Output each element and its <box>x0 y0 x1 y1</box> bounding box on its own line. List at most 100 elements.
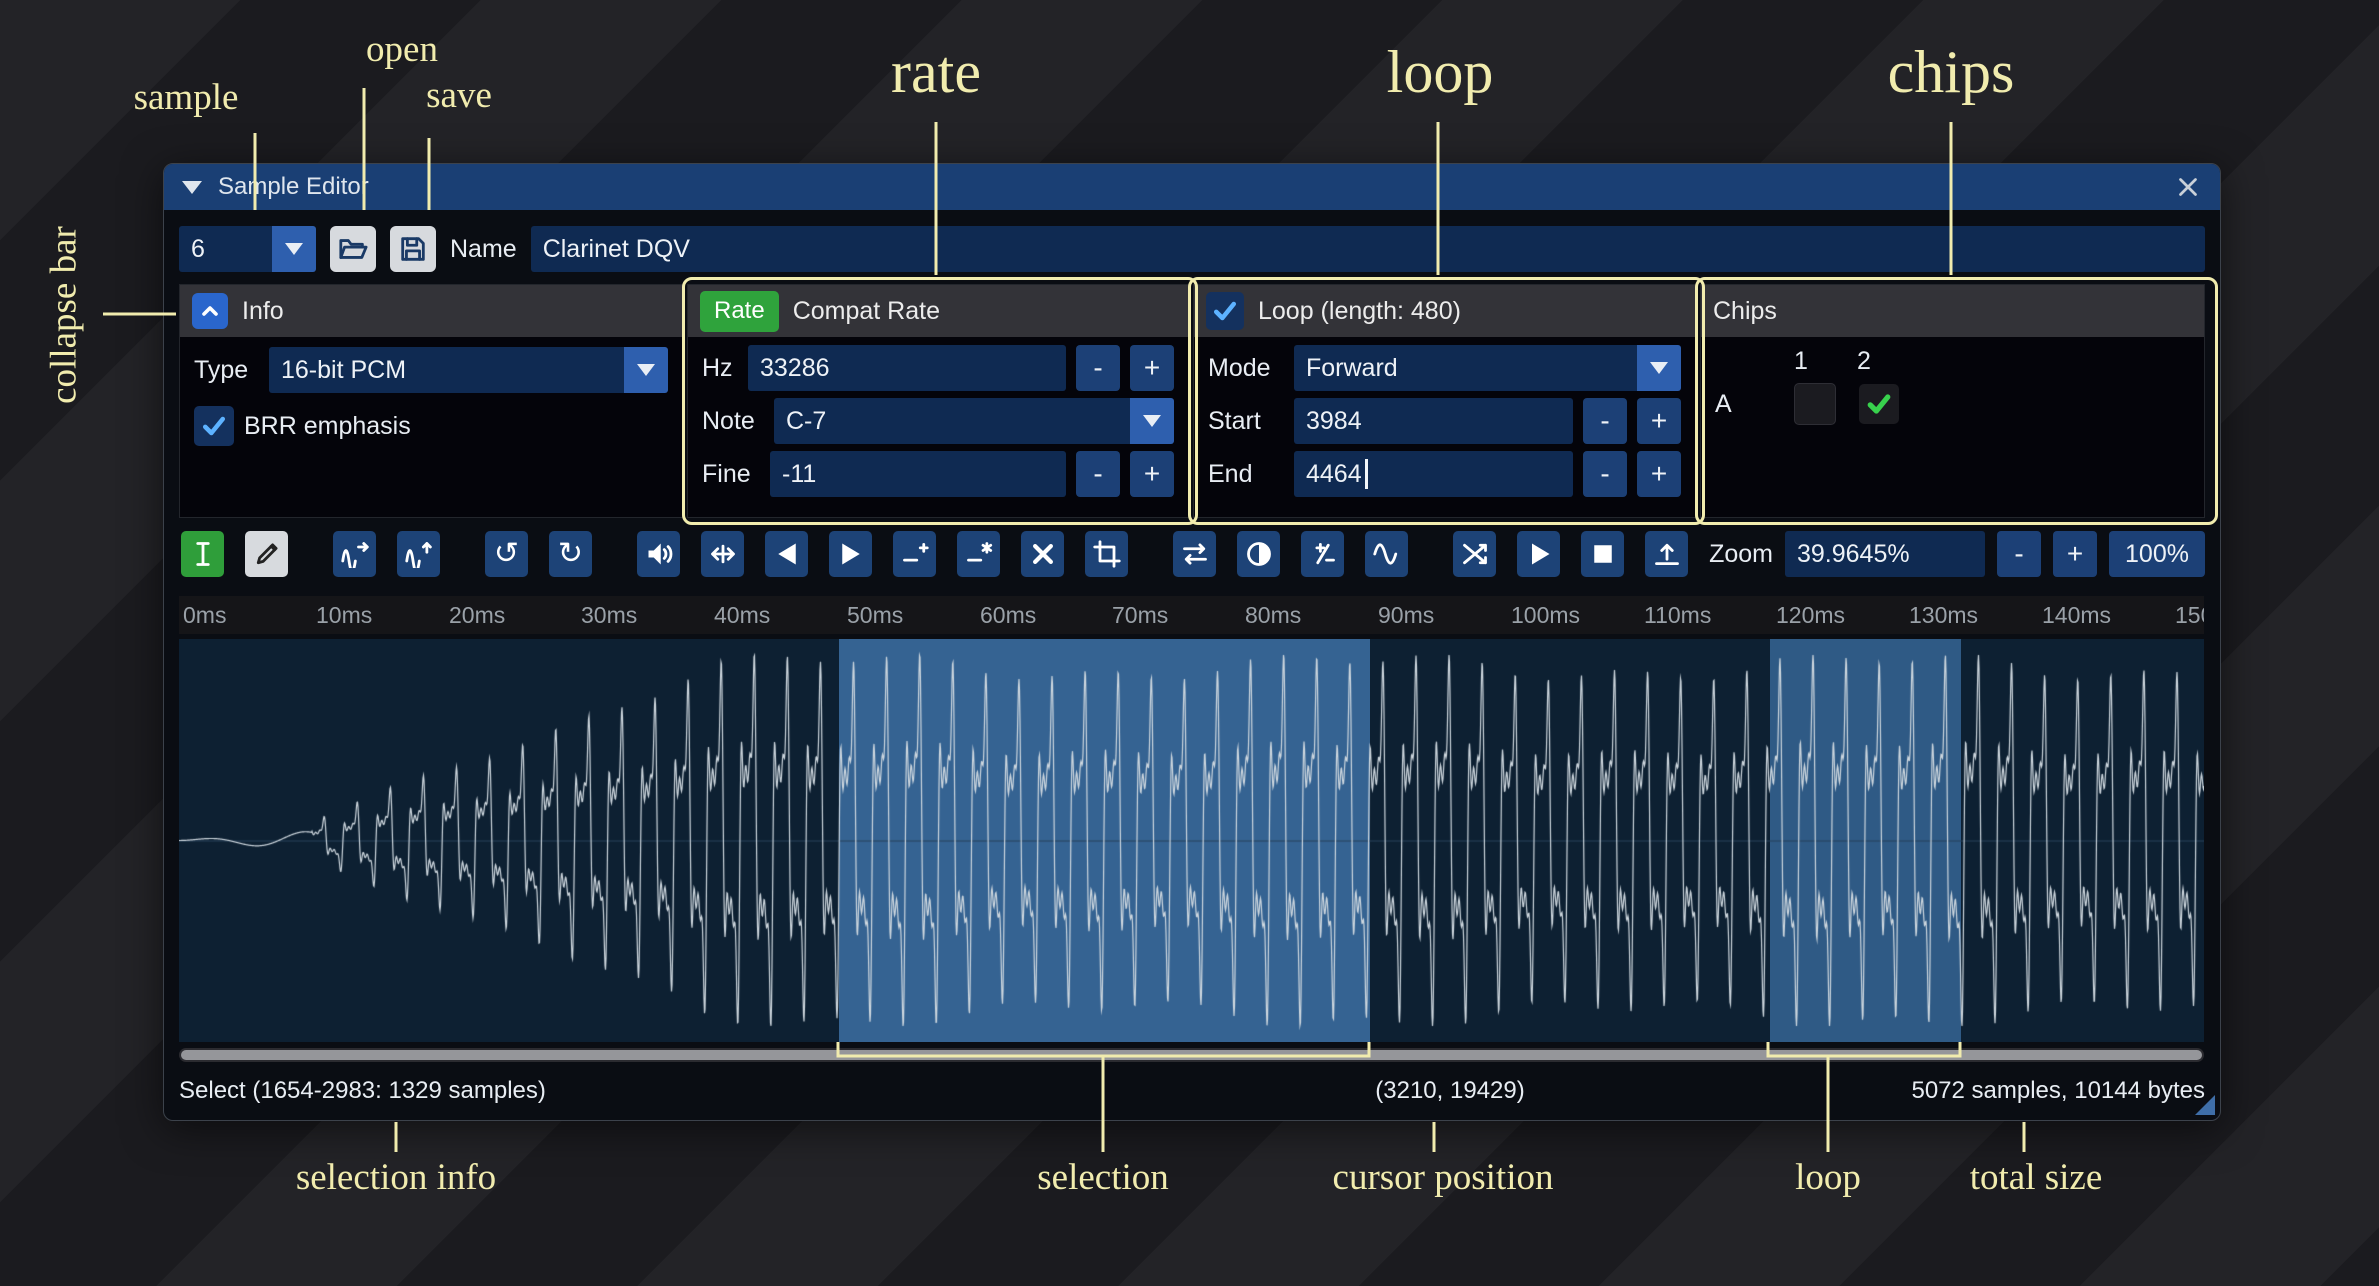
wave-resize-icon <box>341 540 369 568</box>
chips-title: Chips <box>1713 297 1777 326</box>
info-title: Info <box>242 297 284 326</box>
preview-button[interactable] <box>1517 531 1560 577</box>
zoom-label: Zoom <box>1709 540 1773 569</box>
window-collapse-icon[interactable] <box>182 181 202 194</box>
hz-minus-button[interactable]: - <box>1076 345 1120 391</box>
loop-end-label: End <box>1208 460 1284 489</box>
note-label: Note <box>702 407 764 436</box>
loop-start-plus-button[interactable]: + <box>1637 398 1681 444</box>
loop-start-minus-button[interactable]: - <box>1583 398 1627 444</box>
line-asterisk-icon <box>965 540 993 568</box>
sample-row: 6 Name Clarinet DQV <box>179 226 2205 272</box>
delete-button[interactable] <box>1021 531 1064 577</box>
chevron-down-icon[interactable] <box>1637 345 1681 391</box>
annotation-open: open <box>366 28 438 71</box>
status-bar: Select (1654-2983: 1329 samples) (3210, … <box>179 1069 2205 1113</box>
loop-start-input[interactable]: 3984 <box>1294 398 1573 444</box>
crop-icon <box>1093 540 1121 568</box>
sample-number-select[interactable]: 6 <box>179 226 316 272</box>
chip-a1-checkbox[interactable] <box>1794 383 1836 425</box>
ruler-label: 120ms <box>1776 602 1845 629</box>
note-value: C-7 <box>774 398 1130 444</box>
title-bar[interactable]: Sample Editor <box>164 164 2220 210</box>
fine-plus-button[interactable]: + <box>1130 451 1174 497</box>
collapse-button[interactable] <box>192 293 228 329</box>
chevron-up-icon <box>198 299 222 323</box>
close-button[interactable] <box>2174 173 2202 201</box>
fade-out-button[interactable] <box>829 531 872 577</box>
loop-end-plus-button[interactable]: + <box>1637 451 1681 497</box>
cursor-position-text: (3210, 19429) <box>1375 1077 1524 1105</box>
waveform-canvas[interactable] <box>179 639 2204 1042</box>
hz-label: Hz <box>702 354 738 383</box>
select-mode-button[interactable] <box>181 531 224 577</box>
resize-grip[interactable] <box>2195 1095 2215 1115</box>
reverse-button[interactable] <box>1173 531 1216 577</box>
undo-icon: ↺ <box>494 539 519 569</box>
open-button[interactable] <box>330 226 376 272</box>
stop-preview-button[interactable] <box>1581 531 1624 577</box>
save-button[interactable] <box>390 226 436 272</box>
signed-unsigned-button[interactable] <box>1301 531 1344 577</box>
zoom-input[interactable]: 39.9645% <box>1785 531 1985 577</box>
stop-icon <box>1589 540 1617 568</box>
ruler-label: 0ms <box>183 602 226 629</box>
zoom-minus-button[interactable]: - <box>1997 531 2041 577</box>
hz-plus-button[interactable]: + <box>1130 345 1174 391</box>
line-plus-icon <box>901 540 929 568</box>
rate-badge-button[interactable]: Rate <box>700 291 779 332</box>
loop-enable-checkbox[interactable] <box>1206 292 1244 330</box>
insert-silence-button[interactable] <box>893 531 936 577</box>
chip-a2-checkbox[interactable] <box>1859 384 1899 424</box>
annotation-save: save <box>426 74 492 117</box>
amplify-button[interactable] <box>637 531 680 577</box>
annotation-loop-bottom: loop <box>1795 1156 1861 1199</box>
ruler-label: 70ms <box>1112 602 1168 629</box>
loop-end-minus-button[interactable]: - <box>1583 451 1627 497</box>
redo-button[interactable]: ↻ <box>549 531 592 577</box>
fine-minus-button[interactable]: - <box>1076 451 1120 497</box>
type-select[interactable]: 16-bit PCM <box>269 347 668 393</box>
draw-mode-button[interactable] <box>245 531 288 577</box>
hz-input[interactable]: 33286 <box>748 345 1066 391</box>
chevron-down-icon[interactable] <box>1130 398 1174 444</box>
crossfade-loop-button[interactable] <box>1453 531 1496 577</box>
apply-silence-button[interactable] <box>957 531 1000 577</box>
chevron-down-icon[interactable] <box>624 347 668 393</box>
annotation-sample: sample <box>134 76 239 119</box>
ruler-label: 10ms <box>316 602 372 629</box>
zoom-plus-button[interactable]: + <box>2053 531 2097 577</box>
loop-title: Loop (length: 480) <box>1258 297 1461 326</box>
horizontal-arrows-icon <box>709 540 737 568</box>
chevron-down-icon[interactable] <box>272 226 316 272</box>
ruler-label: 150ms <box>2175 602 2204 629</box>
mode-select[interactable]: Forward <box>1294 345 1681 391</box>
check-icon <box>200 412 228 440</box>
scrollbar-thumb[interactable] <box>181 1050 2202 1060</box>
fade-in-button[interactable] <box>765 531 808 577</box>
ruler-label: 30ms <box>581 602 637 629</box>
sine-wave-icon <box>1373 540 1401 568</box>
apply-filter-button[interactable] <box>1365 531 1408 577</box>
zoom-reset-button[interactable]: 100% <box>2109 531 2205 577</box>
floppy-save-icon <box>398 234 428 264</box>
trim-button[interactable] <box>1085 531 1128 577</box>
upload-button[interactable] <box>1645 531 1688 577</box>
h-scrollbar <box>179 1048 2204 1062</box>
plus-minus-icon <box>1309 540 1337 568</box>
invert-button[interactable] <box>1237 531 1280 577</box>
fine-input[interactable]: -11 <box>770 451 1066 497</box>
name-input[interactable]: Clarinet DQV <box>531 226 2205 272</box>
note-select[interactable]: C-7 <box>774 398 1174 444</box>
brr-emphasis-checkbox[interactable] <box>194 406 234 446</box>
normalize-button[interactable] <box>701 531 744 577</box>
loop-end-input[interactable]: 4464 <box>1294 451 1573 497</box>
waveform-area[interactable] <box>179 639 2204 1042</box>
info-header[interactable]: Info <box>180 285 682 337</box>
ruler-label: 90ms <box>1378 602 1434 629</box>
resize-button[interactable] <box>333 531 376 577</box>
undo-button[interactable]: ↺ <box>485 531 528 577</box>
left-triangle-icon <box>773 540 801 568</box>
wave-resample-icon <box>405 540 433 568</box>
resample-button[interactable] <box>397 531 440 577</box>
